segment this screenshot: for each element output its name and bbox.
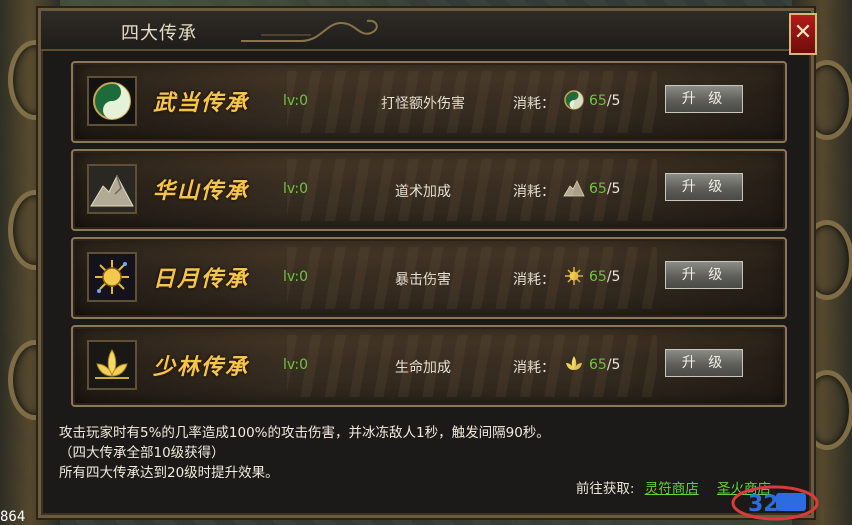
description-line: 所有四大传承达到20级时提升效果。 xyxy=(59,465,279,481)
inheritance-name: 少林传承 xyxy=(153,354,250,380)
inheritance-level: lv:0 xyxy=(283,269,309,285)
description-line: 攻击玩家时有5%的几率造成100%的攻击伤害，并冰冻敌人1秒，触发间隔90秒。 xyxy=(59,425,550,441)
cost-value: 65/5 xyxy=(589,269,621,285)
inheritance-level: lv:0 xyxy=(283,357,309,373)
close-button[interactable]: ✕ xyxy=(789,13,817,55)
cost-label: 消耗： xyxy=(513,360,555,376)
description-text: 攻击玩家时有5%的几率造成100%的攻击伤害，并冰冻敌人1秒，触发间隔90秒。 … xyxy=(59,423,550,483)
upgrade-button[interactable]: 升 级 xyxy=(665,173,743,201)
cost-value: 65/5 xyxy=(589,93,621,109)
upgrade-button[interactable]: 升 级 xyxy=(665,85,743,113)
sun-token-icon xyxy=(565,267,583,285)
inheritance-effect: 打怪额外伤害 xyxy=(381,96,465,112)
cloud-ornament-icon xyxy=(241,19,378,42)
cost-value: 65/5 xyxy=(589,357,621,373)
inheritance-effect: 暴击伤害 xyxy=(395,272,451,288)
sun-moon-icon xyxy=(87,252,137,302)
corner-counter: 864 xyxy=(0,509,26,525)
lotus-icon xyxy=(87,340,137,390)
cost-label: 消耗： xyxy=(513,184,555,200)
inheritance-effect: 道术加成 xyxy=(395,184,451,200)
inheritance-effect: 生命加成 xyxy=(395,360,451,376)
taiji-icon xyxy=(87,76,137,126)
inheritance-row-wudang: 武当传承 lv:0 打怪额外伤害 消耗： 65/5 升 级 xyxy=(71,61,787,143)
upgrade-button[interactable]: 升 级 xyxy=(665,261,743,289)
inheritance-row-riyue: 日月传承 lv:0 暴击伤害 消耗： 65/5 升 级 xyxy=(71,237,787,319)
inheritance-name: 武当传承 xyxy=(153,90,250,116)
window-title: 四大传承 xyxy=(121,23,197,44)
inheritance-level: lv:0 xyxy=(283,181,309,197)
description-line: （四大传承全部10级获得） xyxy=(59,445,225,461)
goto-label: 前往获取: xyxy=(575,481,635,497)
inheritance-window: 四大传承 ✕ 武当传承 lv:0 打怪额外伤害 消耗： 65/5 升 级 华山传… xyxy=(38,8,817,518)
mountain-token-icon xyxy=(563,180,585,197)
link-lingfu-shop[interactable]: 灵符商店 xyxy=(645,481,699,497)
cost-value: 65/5 xyxy=(589,181,621,197)
taiji-token-icon xyxy=(564,90,584,110)
site-watermark-logo: 32 xyxy=(731,485,819,521)
inheritance-row-shaolin: 少林传承 lv:0 生命加成 消耗： 65/5 升 级 xyxy=(71,325,787,407)
cost-label: 消耗： xyxy=(513,272,555,288)
inheritance-name: 华山传承 xyxy=(153,178,250,204)
title-bar[interactable]: 四大传承 xyxy=(41,11,811,51)
mountain-icon xyxy=(87,164,137,214)
inheritance-name: 日月传承 xyxy=(153,266,250,292)
upgrade-button[interactable]: 升 级 xyxy=(665,349,743,377)
lotus-token-icon xyxy=(566,356,582,370)
inheritance-list: 武当传承 lv:0 打怪额外伤害 消耗： 65/5 升 级 华山传承 lv:0 … xyxy=(71,61,787,413)
cost-label: 消耗： xyxy=(513,96,555,112)
svg-text:32: 32 xyxy=(748,492,779,517)
inheritance-level: lv:0 xyxy=(283,93,309,109)
inheritance-row-huashan: 华山传承 lv:0 道术加成 消耗： 65/5 升 级 xyxy=(71,149,787,231)
